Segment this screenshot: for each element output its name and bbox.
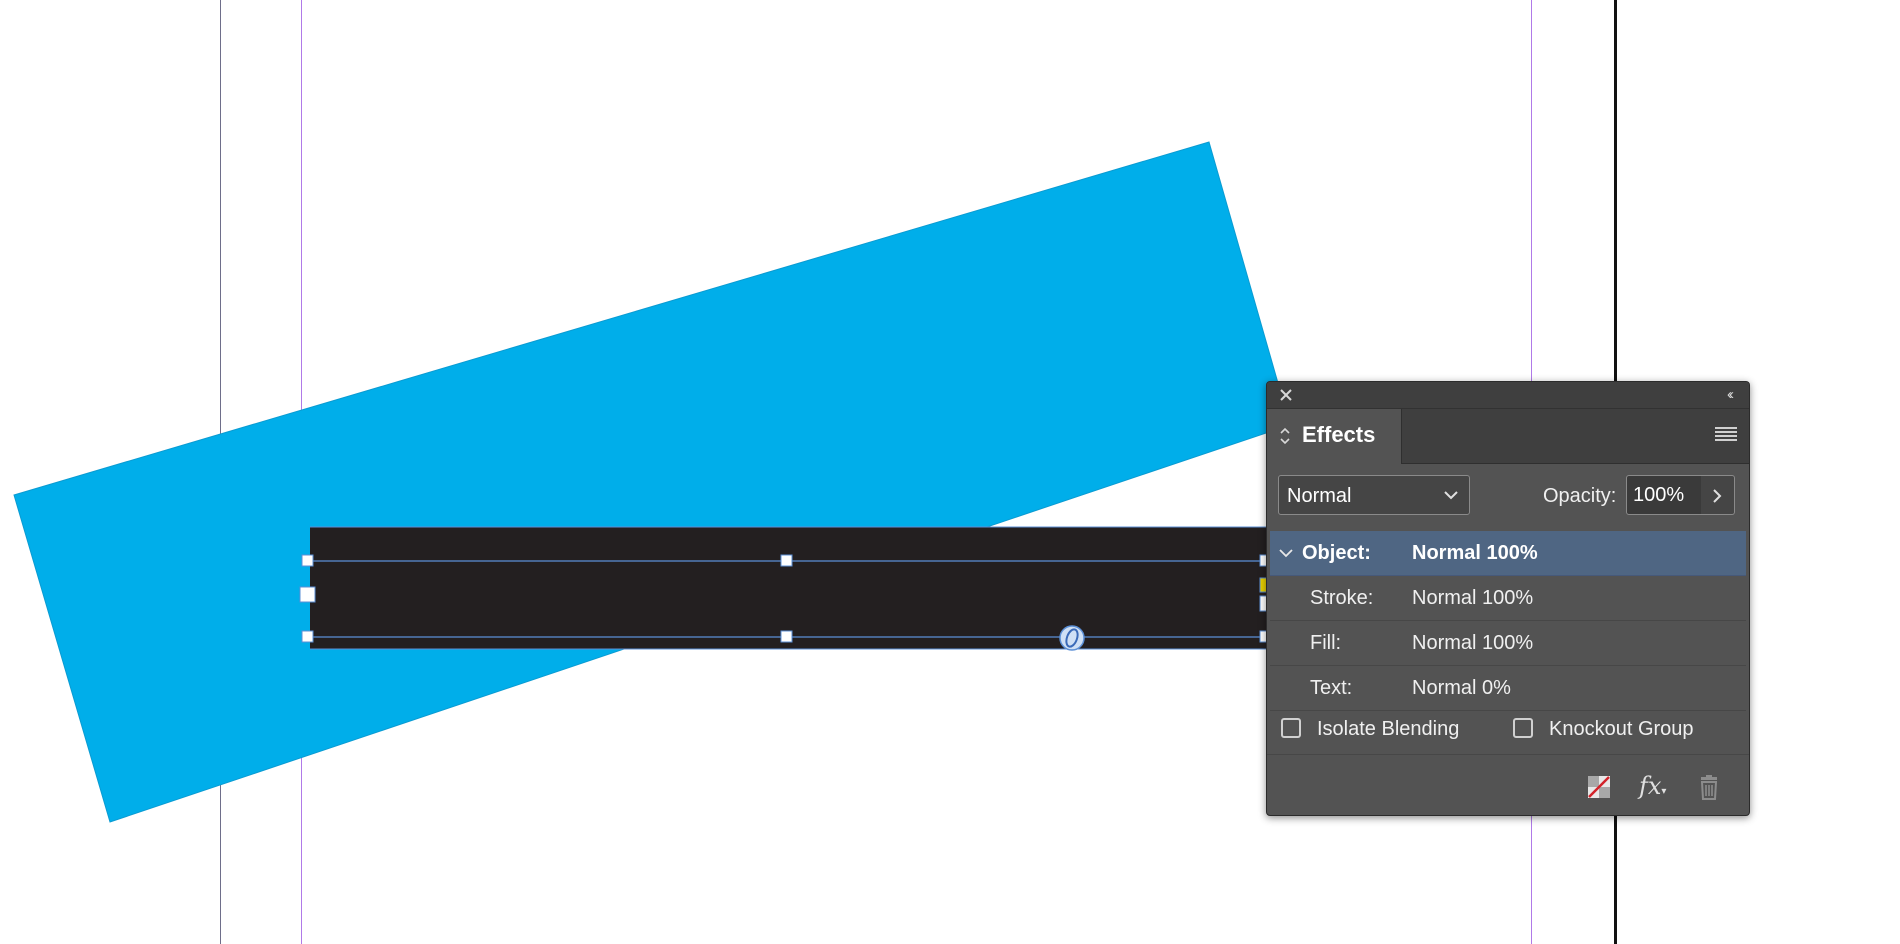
- blend-mode-dropdown[interactable]: Normal: [1278, 475, 1470, 515]
- trash-icon[interactable]: [1695, 773, 1723, 801]
- effect-value: Normal 0%: [1412, 677, 1511, 699]
- close-icon[interactable]: [1277, 386, 1295, 404]
- tab-effects[interactable]: Effects: [1267, 409, 1402, 464]
- effect-row-object[interactable]: Object: Normal 100%: [1270, 531, 1746, 576]
- panel-footer: fx▾: [1267, 759, 1749, 815]
- opacity-slider-button[interactable]: [1701, 475, 1735, 515]
- opacity-input[interactable]: [1626, 475, 1702, 515]
- effect-value: Normal 100%: [1412, 542, 1538, 564]
- chevron-down-icon: [1444, 491, 1458, 500]
- handle-top-left: [301, 554, 314, 567]
- checkbox-label: Isolate Blending: [1317, 718, 1460, 740]
- effect-label: Text:: [1310, 677, 1353, 699]
- handle-top-middle: [780, 554, 793, 567]
- effect-row-fill[interactable]: Fill: Normal 100%: [1270, 621, 1746, 666]
- panel-title-bar[interactable]: ‹‹: [1267, 382, 1749, 409]
- effect-row-text[interactable]: Text: Normal 0%: [1270, 666, 1746, 711]
- tab-effects-label: Effects: [1302, 422, 1376, 447]
- handle-middle-left: [299, 586, 316, 603]
- effects-target-list: Object: Normal 100% Stroke: Normal 100% …: [1270, 531, 1746, 711]
- effect-row-stroke[interactable]: Stroke: Normal 100%: [1270, 576, 1746, 621]
- clear-effects-icon[interactable]: [1585, 773, 1613, 801]
- blending-options-row: Isolate Blending Knockout Group: [1267, 706, 1749, 755]
- hamburger-menu-icon[interactable]: [1715, 427, 1737, 443]
- chevron-right-icon: [1713, 489, 1722, 503]
- blend-controls-row: Normal Opacity:: [1267, 475, 1749, 517]
- effect-label: Fill:: [1310, 632, 1342, 654]
- checkbox-box[interactable]: [1281, 718, 1301, 738]
- checkbox-label: Knockout Group: [1549, 718, 1694, 740]
- blend-mode-value: Normal: [1287, 485, 1352, 507]
- effect-value: Normal 100%: [1412, 587, 1534, 609]
- effect-label: Object:: [1302, 542, 1371, 564]
- opacity-label: Opacity:: [1543, 485, 1617, 507]
- effect-label: Stroke:: [1310, 587, 1374, 609]
- effects-panel: ‹‹ Effects Normal Opacity: 100% Object: …: [1266, 381, 1750, 816]
- cyan-rotated-rectangle[interactable]: [13, 141, 1291, 823]
- tab-arrows-icon: [1280, 427, 1290, 445]
- fx-icon[interactable]: fx▾: [1639, 773, 1667, 801]
- chevron-down-icon[interactable]: [1278, 545, 1294, 561]
- collapse-panel-icon[interactable]: ‹‹: [1719, 386, 1739, 404]
- document-canvas[interactable]: ‹‹ Effects Normal Opacity: 100% Object: …: [0, 0, 1900, 944]
- handle-bottom-middle: [780, 630, 793, 643]
- content-grabber-icon[interactable]: [1059, 625, 1085, 651]
- handle-bottom-left: [301, 630, 314, 643]
- effect-value: Normal 100%: [1412, 632, 1534, 654]
- checkbox-box[interactable]: [1513, 718, 1533, 738]
- panel-tab-bar: Effects: [1267, 409, 1749, 464]
- fx-label: fx: [1639, 772, 1662, 800]
